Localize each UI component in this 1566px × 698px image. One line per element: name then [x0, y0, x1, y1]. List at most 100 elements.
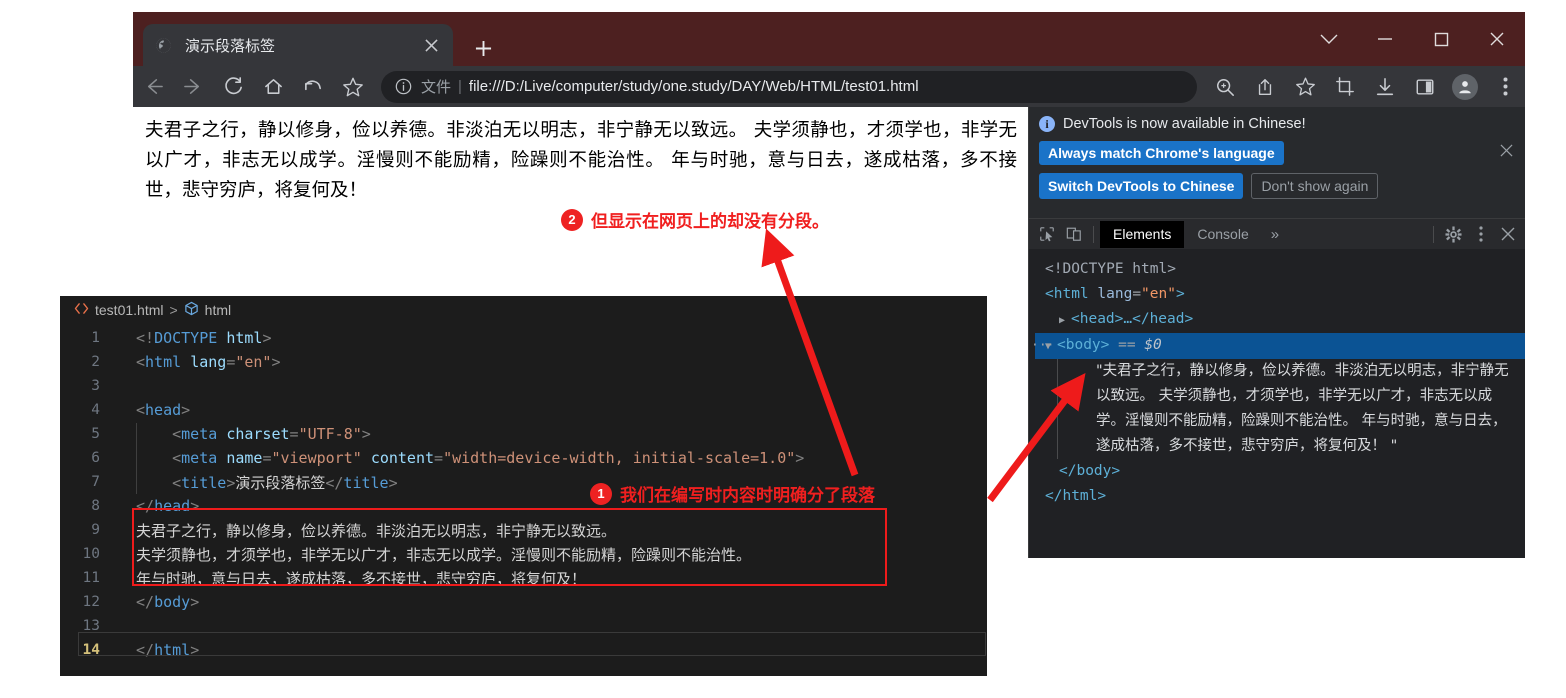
switch-devtools-to-chinese-button[interactable]: Switch DevTools to Chinese	[1039, 173, 1244, 199]
dom-node-head[interactable]: ▶ <head>…</head>	[1035, 307, 1525, 333]
profile-avatar-icon[interactable]	[1445, 67, 1485, 107]
editor-line-code[interactable]: </body>	[116, 593, 199, 611]
download-icon[interactable]	[1365, 67, 1405, 107]
editor-symbol-name[interactable]: html	[205, 302, 231, 318]
editor-line-code[interactable]: <html lang="en">	[116, 353, 281, 371]
devtools-notice-header: i DevTools is now available in Chinese!	[1039, 116, 1513, 132]
browser-toolbar: 文件 | file:///D:/Live/computer/study/one.…	[133, 66, 1525, 107]
editor-line[interactable]: 11 年与时驰，意与日去，遂成枯落，多不接世，悲守穷庐，将复何及！	[60, 566, 987, 590]
home-icon[interactable]	[253, 67, 293, 107]
always-match-language-button[interactable]: Always match Chrome's language	[1039, 141, 1284, 165]
indent-guide	[136, 447, 137, 471]
back-arrow-icon[interactable]	[133, 67, 173, 107]
tab-console[interactable]: Console	[1184, 221, 1261, 248]
editor-line-number: 7	[91, 474, 100, 490]
dom-node-html-close[interactable]: </html>	[1035, 484, 1525, 509]
toolbar-divider	[1093, 225, 1094, 243]
editor-line[interactable]: 12 </body>	[60, 590, 987, 614]
dom-html-attr-value: "en"	[1141, 286, 1176, 302]
new-tab-button[interactable]	[469, 34, 497, 62]
star-icon[interactable]	[333, 67, 373, 107]
undo-icon[interactable]	[293, 67, 333, 107]
gear-icon[interactable]	[1440, 221, 1467, 248]
editor-line-number: 3	[91, 378, 100, 394]
devtools-dom-tree: <!DOCTYPE html> <html lang="en"> ▶ <head>…	[1029, 249, 1525, 558]
dom-html-close: </html>	[1045, 488, 1107, 504]
editor-line-code[interactable]: 夫君子之行，静以修身，俭以养德。非淡泊无以明志，非宁静无以致远。	[116, 520, 616, 541]
editor-line-code[interactable]: <meta name="viewport" content="width=dev…	[116, 447, 804, 471]
vertical-dots-icon[interactable]	[1467, 221, 1494, 248]
editor-line[interactable]: 13	[60, 614, 987, 638]
dom-node-body-close[interactable]: </body>	[1035, 459, 1525, 484]
editor-line[interactable]: 9 夫君子之行，静以修身，俭以养德。非淡泊无以明志，非宁静无以致远。	[60, 518, 987, 542]
tab-elements[interactable]: Elements	[1100, 220, 1185, 248]
close-icon[interactable]	[419, 33, 443, 57]
breadcrumb-separator: >	[169, 302, 178, 318]
editor-line-number: 10	[82, 546, 100, 562]
editor-line[interactable]: 1 <!DOCTYPE html>	[60, 326, 987, 350]
browser-window: 演示段落标签 文件 | file:///D:/Live/computer/stu…	[133, 12, 1525, 107]
dom-text-node[interactable]: "夫君子之行，静以修身，俭以养德。非淡泊无以明志，非宁静无以致远。 夫学须静也，…	[1057, 359, 1525, 459]
editor-line[interactable]: 3	[60, 374, 987, 398]
close-icon[interactable]	[1500, 144, 1513, 161]
editor-line-number: 8	[91, 498, 100, 514]
node-badge-dots-icon[interactable]: ···	[1031, 333, 1054, 358]
dom-node-body[interactable]: ··· ▼ <body> == $0	[1031, 333, 1525, 359]
editor-line[interactable]: 5 <meta charset="UTF-8">	[60, 422, 987, 447]
editor-line-code[interactable]: 年与时驰，意与日去，遂成枯落，多不接世，悲守穷庐，将复何及！	[116, 568, 586, 589]
editor-line-code[interactable]: <title>演示段落标签</title>	[116, 469, 398, 494]
editor-line-code[interactable]: </head>	[116, 497, 199, 515]
editor-line-number: 4	[91, 402, 100, 418]
annotation-badge-2: 2	[561, 208, 583, 231]
share-icon[interactable]	[1245, 67, 1285, 107]
reload-icon[interactable]	[213, 67, 253, 107]
devtools-toolbar: Elements Console »	[1029, 218, 1525, 249]
editor-line[interactable]: 4 <head>	[60, 398, 987, 422]
inspect-cursor-icon[interactable]	[1033, 221, 1060, 248]
globe-icon	[153, 35, 173, 55]
indent-guide	[136, 423, 137, 447]
page-body-paragraph: 夫君子之行，静以修身，俭以养德。非淡泊无以明志，非宁静无以致远。 夫学须静也，才…	[145, 120, 1017, 201]
device-toolbar-icon[interactable]	[1060, 221, 1087, 248]
close-icon[interactable]	[1469, 12, 1525, 66]
editor-line[interactable]: 6 <meta name="viewport" content="width=d…	[60, 446, 987, 471]
chevron-down-icon[interactable]	[1301, 12, 1357, 66]
browser-tab-title: 演示段落标签	[185, 37, 276, 55]
maximize-icon[interactable]	[1413, 12, 1469, 66]
dont-show-again-button[interactable]: Don't show again	[1251, 173, 1379, 199]
dom-node-html[interactable]: <html lang="en">	[1035, 282, 1525, 307]
editor-line-number: 9	[91, 522, 100, 538]
code-brackets-icon	[74, 302, 89, 318]
dom-body-close: </body>	[1059, 463, 1121, 479]
address-bar[interactable]: 文件 | file:///D:/Live/computer/study/one.…	[381, 70, 1197, 103]
chevron-right-icon[interactable]: ▶	[1059, 308, 1071, 333]
dom-body-open: <body>	[1057, 337, 1110, 353]
star-icon[interactable]	[1285, 67, 1325, 107]
editor-line-code[interactable]: 夫学须静也，才须学也，非学无以广才，非志无以成学。淫慢则不能励精，险躁则不能治性…	[116, 544, 751, 565]
info-circle-icon: i	[1039, 116, 1055, 132]
editor-line[interactable]: 14 </html>	[60, 638, 987, 662]
more-tabs-button[interactable]: »	[1262, 226, 1288, 243]
side-panel-icon[interactable]	[1405, 67, 1445, 107]
browser-tab[interactable]: 演示段落标签	[143, 24, 453, 66]
editor-line-code[interactable]: </html>	[116, 641, 199, 659]
toolbar-divider-2	[1433, 225, 1434, 243]
zoom-in-icon[interactable]	[1205, 67, 1245, 107]
close-icon[interactable]	[1494, 221, 1521, 248]
info-circle-icon[interactable]	[393, 77, 413, 97]
devtools-notice-primary-row: Always match Chrome's language	[1039, 141, 1513, 165]
editor-line[interactable]: 2 <html lang="en">	[60, 350, 987, 374]
screenshot-crop-icon[interactable]	[1325, 67, 1365, 107]
editor-line-code[interactable]: <head>	[116, 401, 190, 419]
editor-breadcrumb: test01.html > html	[60, 296, 987, 324]
forward-arrow-icon[interactable]	[173, 67, 213, 107]
devtools-language-notice: i DevTools is now available in Chinese! …	[1029, 107, 1525, 218]
editor-line-code[interactable]: <!DOCTYPE html>	[116, 329, 271, 347]
editor-line[interactable]: 10 夫学须静也，才须学也，非学无以广才，非志无以成学。淫慢则不能励精，险躁则不能…	[60, 542, 987, 566]
minimize-icon[interactable]	[1357, 12, 1413, 66]
editor-line-code[interactable]: <meta charset="UTF-8">	[116, 423, 371, 447]
address-url-text[interactable]: file:///D:/Live/computer/study/one.study…	[469, 78, 919, 95]
chrome-menu-icon[interactable]	[1485, 67, 1525, 107]
editor-file-name[interactable]: test01.html	[95, 302, 163, 318]
dom-node-doctype[interactable]: <!DOCTYPE html>	[1035, 257, 1525, 282]
